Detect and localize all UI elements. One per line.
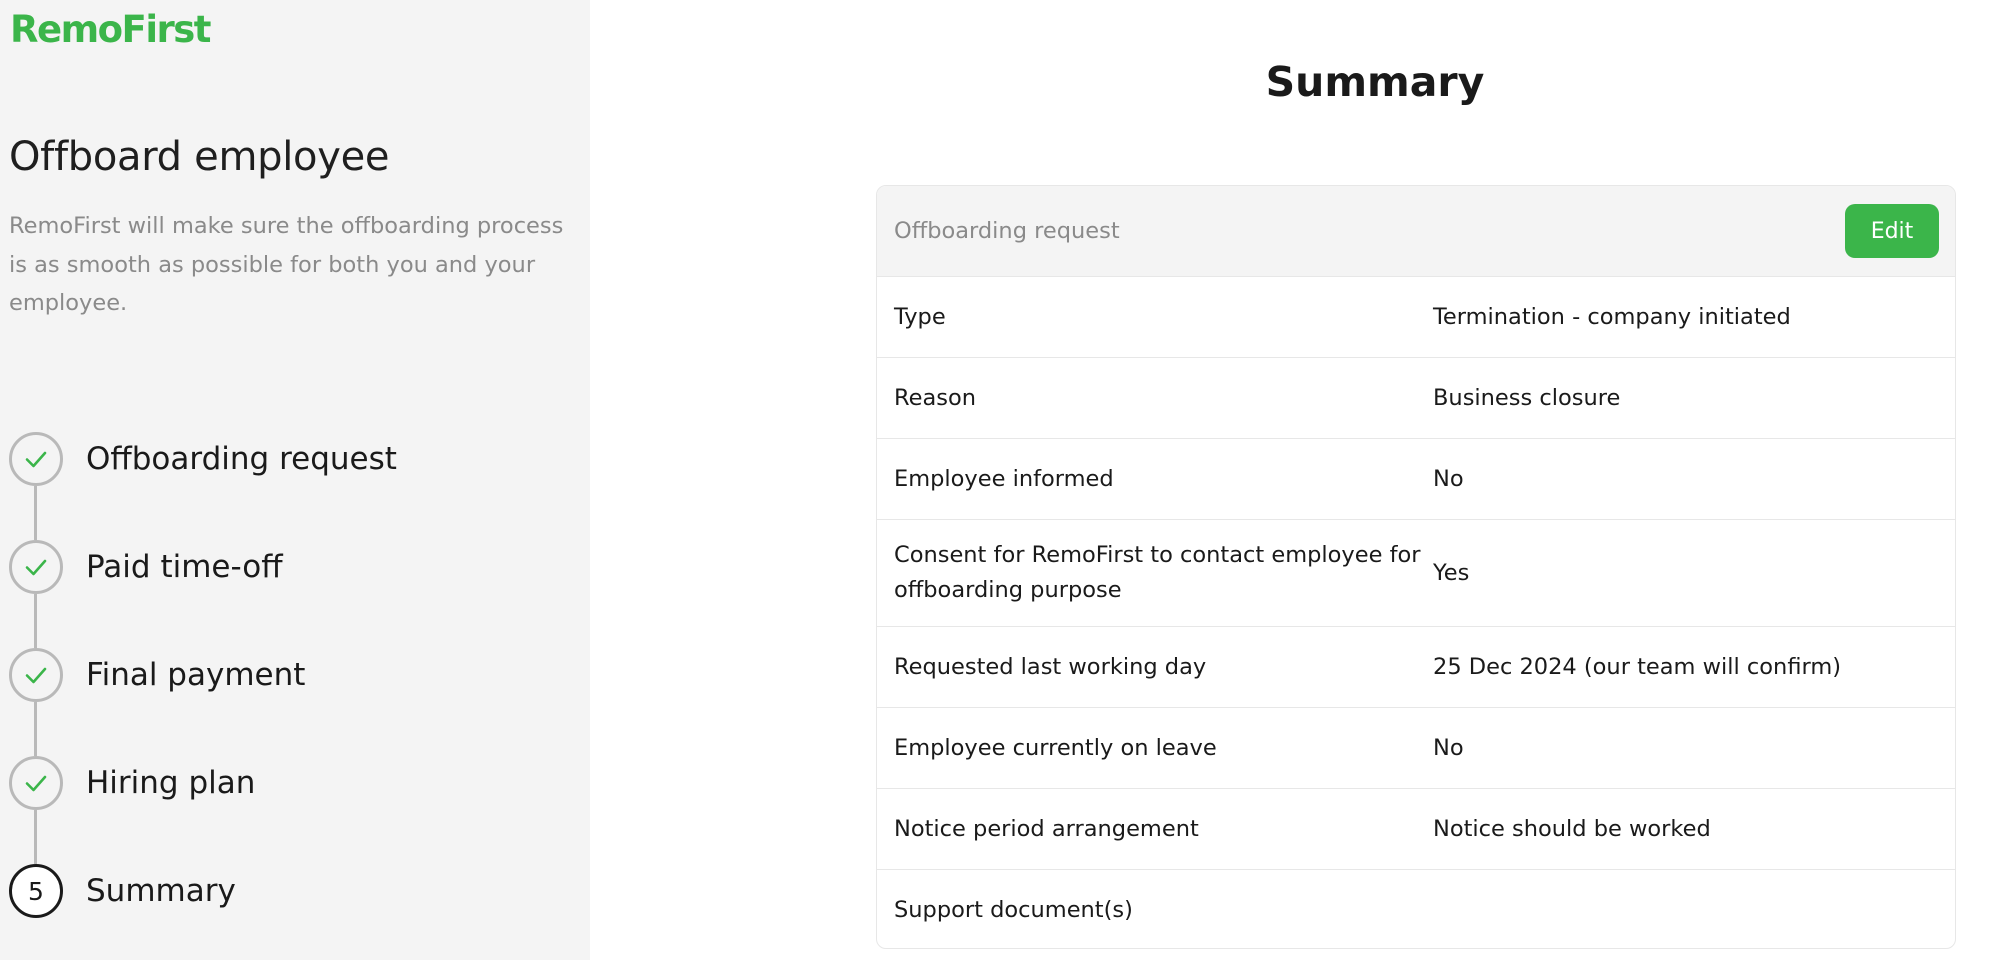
step-final-payment[interactable]: Final payment	[9, 648, 305, 702]
remofirst-logo[interactable]: RemoFirst	[10, 8, 211, 51]
sidebar: RemoFirst Offboard employee RemoFirst wi…	[0, 0, 590, 960]
step-complete-indicator	[9, 432, 63, 486]
step-label: Offboarding request	[86, 441, 397, 477]
step-paid-time-off[interactable]: Paid time-off	[9, 540, 283, 594]
summary-row-on-leave: Employee currently on leave No	[877, 707, 1955, 788]
step-hiring-plan[interactable]: Hiring plan	[9, 756, 255, 810]
stepper-connector	[34, 486, 37, 540]
step-summary[interactable]: 5 Summary	[9, 864, 236, 918]
card-title: Offboarding request	[894, 218, 1120, 244]
page-title: Summary	[1265, 58, 1485, 106]
row-label: Employee currently on leave	[894, 734, 1217, 761]
edit-button[interactable]: Edit	[1845, 204, 1939, 258]
stepper-connector	[34, 594, 37, 648]
row-value: Business closure	[1433, 384, 1621, 411]
row-label: Requested last working day	[894, 653, 1207, 680]
step-offboarding-request[interactable]: Offboarding request	[9, 432, 397, 486]
row-value: Termination - company initiated	[1433, 303, 1791, 330]
step-complete-indicator	[9, 756, 63, 810]
row-value: Yes	[1433, 559, 1470, 586]
summary-row-reason: Reason Business closure	[877, 357, 1955, 438]
step-complete-indicator	[9, 648, 63, 702]
row-value: 25 Dec 2024 (our team will confirm)	[1433, 653, 1842, 680]
summary-row-type: Type Termination - company initiated	[877, 276, 1955, 357]
step-label: Summary	[86, 873, 236, 909]
card-header: Offboarding request Edit	[877, 186, 1955, 276]
step-label: Final payment	[86, 657, 306, 693]
summary-row-support-documents: Support document(s)	[877, 869, 1955, 948]
summary-row-employee-informed: Employee informed No	[877, 438, 1955, 519]
summary-row-last-working-day: Requested last working day 25 Dec 2024 (…	[877, 626, 1955, 707]
stepper-connector	[34, 810, 37, 864]
row-label: Consent for RemoFirst to contact employe…	[894, 542, 1421, 603]
row-value: No	[1433, 734, 1464, 761]
sidebar-description: RemoFirst will make sure the offboarding…	[9, 213, 564, 316]
check-icon	[25, 667, 47, 684]
row-label: Employee informed	[894, 465, 1114, 492]
step-label: Paid time-off	[86, 549, 283, 585]
summary-row-notice-period: Notice period arrangement Notice should …	[877, 788, 1955, 869]
row-label: Type	[894, 303, 946, 330]
row-label: Support document(s)	[894, 896, 1133, 923]
offboarding-page: RemoFirst Offboard employee RemoFirst wi…	[0, 0, 1999, 960]
step-label: Hiring plan	[86, 765, 256, 801]
row-label: Reason	[894, 384, 977, 411]
check-icon	[25, 775, 47, 792]
check-icon	[25, 559, 47, 576]
step-complete-indicator	[9, 540, 63, 594]
offboarding-request-card: Offboarding request Edit Type Terminatio…	[876, 185, 1956, 949]
summary-row-consent: Consent for RemoFirst to contact employe…	[877, 519, 1955, 626]
stepper-connector	[34, 702, 37, 756]
sidebar-title: Offboard employee	[9, 134, 390, 180]
row-value: No	[1433, 465, 1464, 492]
row-value: Notice should be worked	[1433, 815, 1711, 842]
step-number-indicator: 5	[9, 864, 63, 918]
check-icon	[25, 451, 47, 468]
row-label: Notice period arrangement	[894, 815, 1199, 842]
